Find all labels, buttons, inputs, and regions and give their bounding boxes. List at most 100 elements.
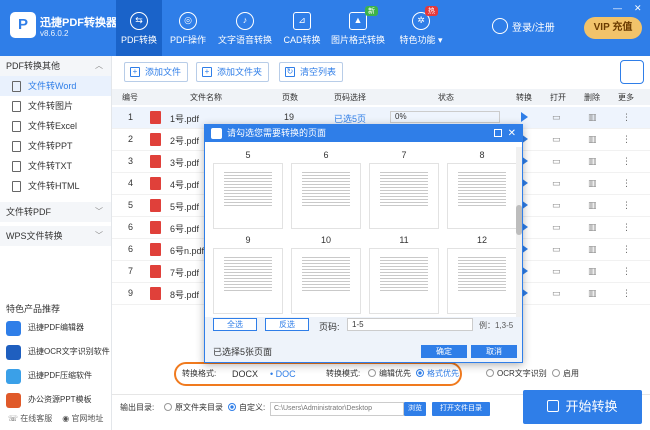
minimize-icon[interactable]: —: [613, 3, 622, 13]
open-folder-button[interactable]: 打开文件目录: [432, 402, 490, 416]
login-register[interactable]: 登录/注册: [492, 18, 555, 34]
more-icon[interactable]: ⋮: [622, 156, 631, 167]
trash-icon[interactable]: ▥: [588, 200, 597, 211]
select-all-button[interactable]: 全选: [213, 318, 257, 331]
confirm-button[interactable]: 确定: [421, 345, 467, 358]
more-icon[interactable]: ⋮: [622, 222, 631, 233]
folder-open-icon[interactable]: ▭: [552, 222, 561, 233]
view-toggle[interactable]: [620, 60, 644, 84]
page-thumbnail[interactable]: [213, 163, 283, 229]
output-dir-label: 输出目录:: [120, 403, 155, 412]
app-version: v8.6.0.2: [40, 29, 69, 38]
trash-icon[interactable]: ▥: [588, 244, 597, 255]
sidebar-item-to-txt[interactable]: 文件转TXT: [0, 156, 111, 176]
page-thumbnail[interactable]: [291, 248, 361, 314]
sidebar-bottom-links: ☏ 在线客服 ◉ 官网地址: [8, 413, 103, 424]
sidebar-item-to-word[interactable]: 文件转Word: [0, 76, 111, 96]
radio-selected-icon: [228, 403, 236, 411]
pdf-icon: [150, 155, 161, 168]
folder-open-icon[interactable]: ▭: [552, 134, 561, 145]
add-folder-button[interactable]: + 添加文件夹: [196, 62, 270, 82]
format-doc-option[interactable]: • DOC: [270, 364, 296, 384]
add-file-button[interactable]: + 添加文件: [124, 62, 189, 82]
sidebar-group-pdf-other[interactable]: PDF转换其他 ︿: [0, 56, 111, 76]
trash-icon[interactable]: ▥: [588, 266, 597, 277]
selected-info: 已选择5张页面: [213, 347, 273, 357]
trash-icon[interactable]: ▥: [588, 178, 597, 189]
mode-edit-option[interactable]: 编辑优先: [368, 364, 411, 384]
sidebar-item-to-excel[interactable]: 文件转Excel: [0, 116, 111, 136]
nav-features[interactable]: ✲ 特色功能 ▾ 热: [394, 0, 448, 56]
page-code-input[interactable]: 1-5: [347, 318, 473, 331]
more-icon[interactable]: ⋮: [622, 112, 631, 123]
more-icon[interactable]: ⋮: [622, 200, 631, 211]
sidebar-group-wps[interactable]: WPS文件转换 ﹀: [0, 226, 111, 246]
folder-open-icon[interactable]: ▭: [552, 266, 561, 277]
ocr-enable[interactable]: 启用: [552, 368, 579, 379]
product-ocr[interactable]: 迅捷OCR文字识别软件: [6, 342, 110, 362]
toolbar: + 添加文件 + 添加文件夹 ↻ 清空列表: [112, 56, 650, 88]
trash-icon[interactable]: ▥: [588, 156, 597, 167]
product-ppt-template[interactable]: 办公资源PPT模板: [6, 390, 92, 410]
pdf-icon: [150, 265, 161, 278]
folder-open-icon[interactable]: ▭: [552, 288, 561, 299]
output-path-input[interactable]: C:\Users\Administrator\Desktop: [270, 402, 404, 416]
dialog-scrollbar[interactable]: [516, 147, 522, 317]
browse-button[interactable]: 浏览: [404, 402, 426, 416]
product-pdf-compress[interactable]: 迅捷PDF压缩软件: [6, 366, 92, 386]
more-icon[interactable]: ⋮: [622, 134, 631, 145]
page-thumbnail[interactable]: [213, 248, 283, 314]
maximize-icon[interactable]: [494, 129, 502, 137]
nav-cad[interactable]: ⊿ CAD转换: [280, 0, 324, 56]
website-link[interactable]: ◉ 官网地址: [62, 413, 103, 424]
folder-open-icon[interactable]: ▭: [552, 112, 561, 123]
nav-text-speech[interactable]: ♪ 文字语音转换: [214, 0, 276, 56]
more-icon[interactable]: ⋮: [622, 244, 631, 255]
clear-list-button[interactable]: ↻ 清空列表: [279, 62, 344, 82]
folder-open-icon[interactable]: ▭: [552, 200, 561, 211]
more-icon[interactable]: ⋮: [622, 178, 631, 189]
trash-icon[interactable]: ▥: [588, 134, 597, 145]
trash-icon[interactable]: ▥: [588, 222, 597, 233]
trash-icon[interactable]: ▥: [588, 112, 597, 123]
page-thumbnail[interactable]: [447, 248, 517, 314]
start-convert-button[interactable]: 开始转换: [523, 390, 642, 424]
custom-dir-option[interactable]: 自定义:: [228, 402, 265, 413]
sidebar-item-to-ppt[interactable]: 文件转PPT: [0, 136, 111, 156]
trash-icon[interactable]: ▥: [588, 288, 597, 299]
sidebar-item-to-image[interactable]: 文件转图片: [0, 96, 111, 116]
play-icon[interactable]: [521, 112, 528, 122]
folder-open-icon[interactable]: ▭: [552, 156, 561, 167]
online-service-link[interactable]: ☏ 在线客服: [8, 413, 52, 424]
close-icon[interactable]: ✕: [508, 125, 516, 142]
cancel-button[interactable]: 取消: [471, 345, 517, 358]
sidebar-item-to-html[interactable]: 文件转HTML: [0, 176, 111, 196]
folder-open-icon[interactable]: ▭: [552, 244, 561, 255]
sidebar: PDF转换其他 ︿ 文件转Word 文件转图片 文件转Excel 文件转PPT …: [0, 56, 112, 430]
more-icon[interactable]: ⋮: [622, 266, 631, 277]
mode-format-option[interactable]: 格式优先: [416, 364, 459, 384]
sidebar-group-file-to-pdf[interactable]: 文件转PDF ﹀: [0, 202, 111, 222]
dialog-app-icon: [211, 128, 222, 139]
radio-icon: [486, 369, 494, 377]
page-thumbnail[interactable]: [447, 163, 517, 229]
more-icon[interactable]: ⋮: [622, 288, 631, 299]
nav-pdf-convert[interactable]: ⇆ PDF转换: [116, 0, 162, 56]
top-bar: P 迅捷PDF转换器 v8.6.0.2 ⇆ PDF转换 ◎ PDF操作 ♪ 文字…: [0, 0, 650, 56]
list-view-icon[interactable]: [620, 60, 644, 84]
folder-open-icon[interactable]: ▭: [552, 178, 561, 189]
nav-image-format[interactable]: ▲ 图片格式转换 新: [328, 0, 388, 56]
pdf-icon: [150, 243, 161, 256]
format-docx-option[interactable]: DOCX: [232, 364, 258, 384]
close-icon[interactable]: ✕: [634, 3, 642, 14]
product-pdf-editor[interactable]: 迅捷PDF编辑器: [6, 318, 84, 338]
page-thumbnail[interactable]: [291, 163, 361, 229]
page-thumbnail[interactable]: [369, 248, 439, 314]
page-thumbnail[interactable]: [369, 163, 439, 229]
ocr-toggle[interactable]: OCR文字识别: [486, 368, 547, 379]
invert-select-button[interactable]: 反选: [265, 318, 309, 331]
original-dir-option[interactable]: 原文件夹目录: [164, 402, 223, 413]
vip-button[interactable]: VIP 充值: [584, 17, 642, 39]
scrollbar-thumb[interactable]: [516, 205, 522, 235]
nav-pdf-operate[interactable]: ◎ PDF操作: [166, 0, 210, 56]
